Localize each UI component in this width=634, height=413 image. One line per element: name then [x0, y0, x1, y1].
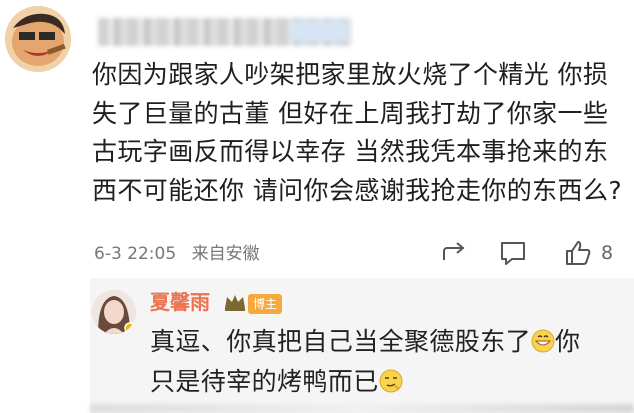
- like-button[interactable]: 8: [563, 236, 613, 270]
- reply-avatar[interactable]: [92, 290, 136, 334]
- reply-username[interactable]: 夏馨雨: [150, 289, 210, 315]
- reply-button[interactable]: [498, 236, 528, 270]
- grin-emoji: [531, 329, 555, 353]
- reply-text: 真逗、你真把自己当全聚德股东了 你 只是待宰的烤鸭而已: [150, 322, 620, 402]
- comment-date: 6-3 22:05: [94, 244, 177, 264]
- crown-icon: [225, 295, 245, 311]
- sly-emoji: [379, 369, 403, 393]
- comment-source: 来自安徽: [191, 244, 260, 264]
- reply-line-1: 真逗、你真把自己当全聚德股东了 你: [150, 327, 581, 356]
- commenter-avatar[interactable]: [5, 6, 71, 72]
- share-icon: [443, 242, 465, 260]
- blurred-username: [98, 18, 352, 46]
- comment-icon: [501, 242, 525, 265]
- blurred-next-row: [90, 404, 634, 413]
- reply-line-2: 只是待宰的烤鸭而已: [150, 362, 620, 402]
- comment-meta: 6-3 22:05 来自安徽: [94, 240, 270, 268]
- author-badge: 博主: [248, 294, 283, 314]
- like-count: 8: [601, 242, 614, 264]
- comment-text: 你因为跟家人吵架把家里放火烧了个精光 你损失了巨量的古董 但好在上周我打劫了你家…: [92, 60, 623, 205]
- share-button[interactable]: [439, 236, 469, 270]
- like-icon: [566, 241, 591, 265]
